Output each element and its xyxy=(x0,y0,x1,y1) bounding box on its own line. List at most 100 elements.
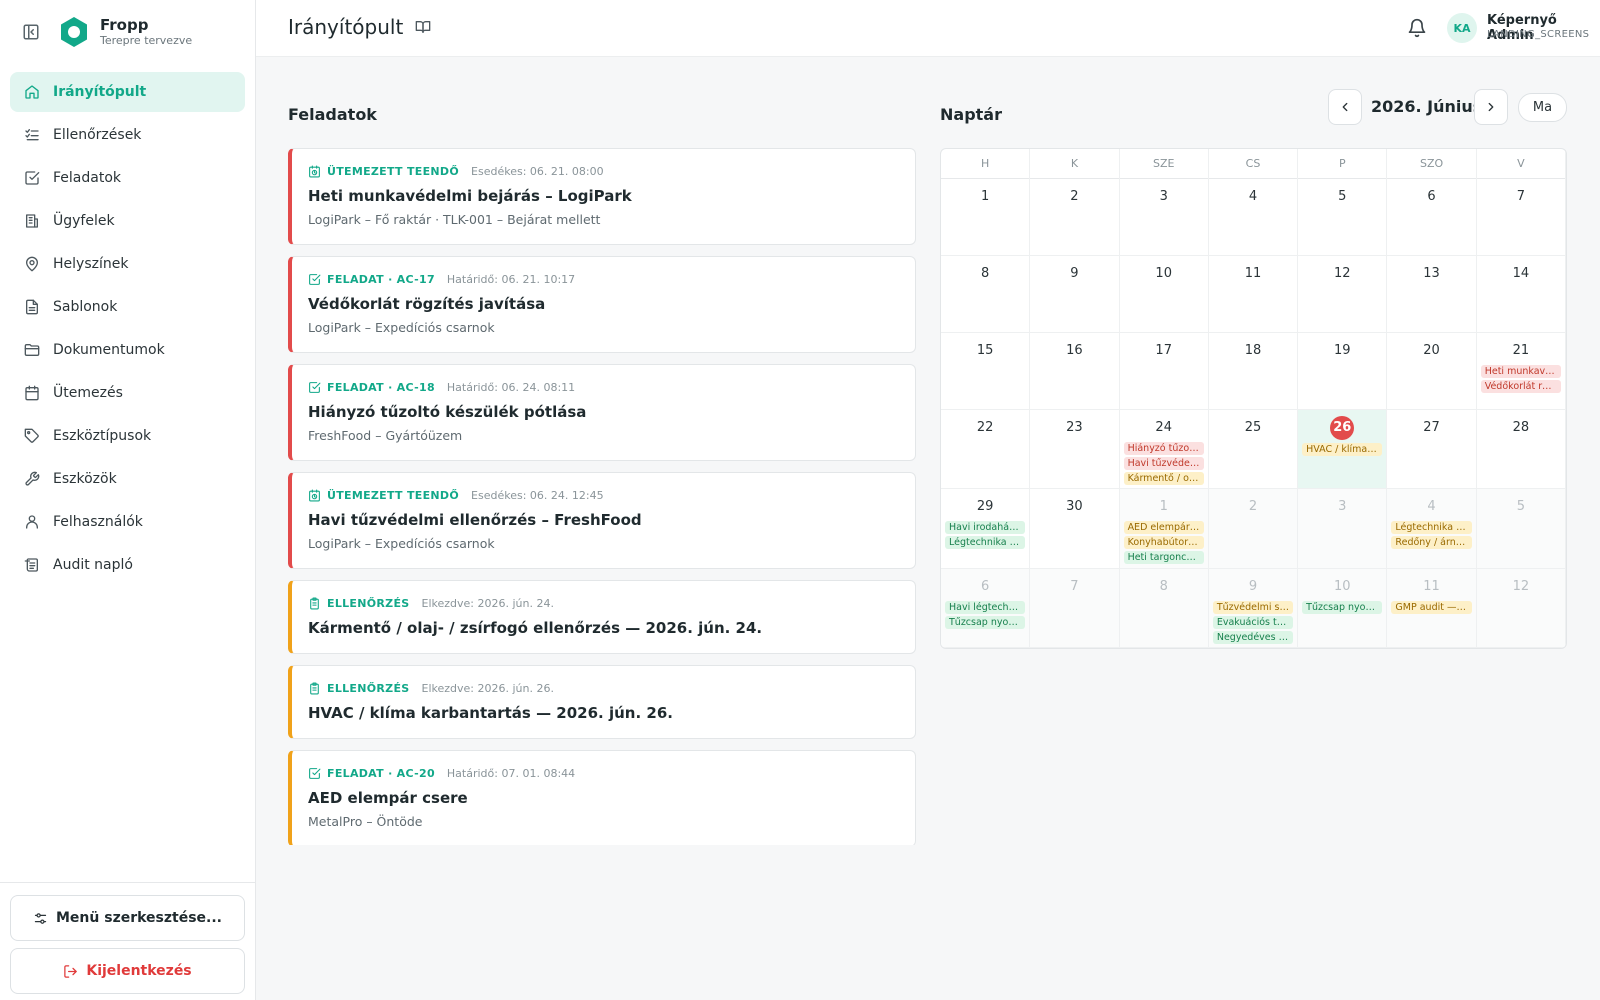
task-card[interactable]: ELLENŐRZÉS Elkezdve: 2026. jún. 26. HVAC /… xyxy=(288,665,916,739)
calendar-day[interactable]: 4 Légtechnika sz... Redőny / árnyé... xyxy=(1387,489,1477,569)
calendar-day[interactable]: 5 xyxy=(1476,489,1566,569)
book-icon[interactable] xyxy=(415,19,431,35)
sidebar-item-3[interactable]: Ügyfelek xyxy=(10,201,245,241)
task-card[interactable]: ÜTEMEZETT TEENDŐ Esedékes: 06. 21. 08:00 H… xyxy=(288,148,916,245)
calendar-event[interactable]: Tűzcsap nyom... xyxy=(1302,601,1383,614)
calendar-day[interactable]: 14 xyxy=(1476,256,1566,333)
bell-icon[interactable] xyxy=(1407,18,1427,38)
prev-month-button[interactable] xyxy=(1328,89,1362,125)
calendar-day[interactable]: 6 xyxy=(1387,179,1477,256)
sidebar-item-9[interactable]: Eszközök xyxy=(10,459,245,499)
calendar-day[interactable]: 10 Tűzcsap nyom... xyxy=(1298,569,1388,648)
calendar-day[interactable]: 24 Hiányzó tűzolt... Havi tűzvédel... Kárme… xyxy=(1119,410,1209,489)
day-number: 6 xyxy=(981,579,990,594)
sidebar-item-11[interactable]: Audit napló xyxy=(10,545,245,585)
calendar-day[interactable]: 29 Havi irodaház ... Légtechnika sz... xyxy=(941,489,1031,569)
topbar: Irányítópult KA Képernyő Admin LANDING_S… xyxy=(256,0,1600,57)
calendar-day[interactable]: 17 xyxy=(1119,333,1209,410)
calendar-day[interactable]: 9 Tűzvédelmi sze... Evakuációs ter... Negye… xyxy=(1208,569,1299,648)
calendar-day[interactable]: 22 xyxy=(941,410,1031,489)
calendar-day[interactable]: 6 Havi légtechni... Tűzcsap nyom... xyxy=(941,569,1031,648)
sidebar-item-7[interactable]: Ütemezés xyxy=(10,373,245,413)
calendar-event[interactable]: Tűzcsap nyom... xyxy=(945,616,1026,629)
task-card[interactable]: FELADAT · AC-18 Határidő: 06. 24. 08:11 Hi… xyxy=(288,364,916,461)
sidebar-item-label: Dokumentumok xyxy=(53,342,165,358)
day-number: 27 xyxy=(1423,420,1440,435)
calendar-day[interactable]: 11 xyxy=(1208,256,1299,333)
task-card[interactable]: ÜTEMEZETT TEENDŐ Esedékes: 06. 24. 12:45 H… xyxy=(288,472,916,569)
calendar-day[interactable]: 20 xyxy=(1387,333,1477,410)
calendar-day[interactable]: 8 xyxy=(941,256,1031,333)
calendar-day[interactable]: 16 xyxy=(1030,333,1120,410)
calendar-day[interactable]: 4 xyxy=(1208,179,1299,256)
next-month-button[interactable] xyxy=(1474,89,1508,125)
calendar-event[interactable]: Havi irodaház ... xyxy=(945,521,1026,534)
calendar-day[interactable]: 28 xyxy=(1476,410,1566,489)
calendar-day[interactable]: 9 xyxy=(1030,256,1120,333)
calendar-event[interactable]: GMP audit — 2... xyxy=(1391,601,1472,614)
calendar-event[interactable]: Légtechnika sz... xyxy=(1391,521,1472,534)
calendar-day[interactable]: 2 xyxy=(1208,489,1299,569)
calendar-event[interactable]: Tűzvédelmi sze... xyxy=(1212,601,1294,614)
sidebar-item-4[interactable]: Helyszínek xyxy=(10,244,245,284)
edit-menu-button[interactable]: Menü szerkesztése... xyxy=(10,895,245,941)
calendar-event[interactable]: Kármentő / ola... xyxy=(1123,472,1204,485)
task-card[interactable]: FELADAT · AC-20 Határidő: 07. 01. 08:44 AE… xyxy=(288,750,916,845)
chevron-right-icon xyxy=(1488,102,1494,112)
task-card[interactable]: FELADAT · AC-17 Határidő: 06. 21. 10:17 Vé… xyxy=(288,256,916,353)
calendar-day[interactable]: 27 xyxy=(1387,410,1477,489)
calendar-event[interactable]: Havi tűzvédel... xyxy=(1123,457,1204,470)
sidebar-item-6[interactable]: Dokumentumok xyxy=(10,330,245,370)
sidebar-item-5[interactable]: Sablonok xyxy=(10,287,245,327)
calendar-day[interactable]: 5 xyxy=(1298,179,1388,256)
calendar-event[interactable]: Negyedéves EP... xyxy=(1212,631,1294,644)
calendar-day[interactable]: 13 xyxy=(1387,256,1477,333)
calendar-day[interactable]: 10 xyxy=(1119,256,1209,333)
calendar-day[interactable]: 25 xyxy=(1208,410,1299,489)
calendar-event[interactable]: Konyhabútor / ... xyxy=(1123,536,1204,549)
calendar-event[interactable]: Havi légtechni... xyxy=(945,601,1026,614)
calendar-event[interactable]: HVAC / klíma k... xyxy=(1302,443,1383,456)
calendar-event[interactable]: Evakuációs ter... xyxy=(1212,616,1294,629)
sidebar-item-0[interactable]: Irányítópult xyxy=(10,72,245,112)
calendar-event[interactable]: AED elempár c... xyxy=(1123,521,1204,534)
calendar-day[interactable]: 18 xyxy=(1208,333,1299,410)
calendar-event[interactable]: Heti targonca ... xyxy=(1123,551,1204,564)
folder-icon xyxy=(24,344,40,356)
sidebar-item-1[interactable]: Ellenőrzések xyxy=(10,115,245,155)
task-title: Havi tűzvédelmi ellenőrzés – FreshFood xyxy=(308,511,642,529)
calendar-event[interactable]: Heti munkavé... xyxy=(1480,365,1561,378)
day-number: 26 xyxy=(1330,416,1355,440)
calendar-day[interactable]: 1 AED elempár c... Konyhabútor / ... Heti t… xyxy=(1119,489,1209,569)
calendar-event[interactable]: Hiányzó tűzolt... xyxy=(1123,442,1204,455)
calendar-day[interactable]: 7 xyxy=(1476,179,1566,256)
today-button[interactable]: Ma xyxy=(1518,93,1567,122)
calendar-day[interactable]: 21 Heti munkavé... Védőkorlát rög... xyxy=(1476,333,1566,410)
calendar-event[interactable]: Védőkorlát rög... xyxy=(1480,380,1561,393)
calendar-day[interactable]: 3 xyxy=(1119,179,1209,256)
map-pin-icon xyxy=(26,256,38,272)
calendar-day[interactable]: 7 xyxy=(1030,569,1120,648)
task-card[interactable]: ELLENŐRZÉS Elkezdve: 2026. jún. 24. Kármen… xyxy=(288,580,916,654)
calendar-day[interactable]: 2 xyxy=(1030,179,1120,256)
calendar-event[interactable]: Légtechnika sz... xyxy=(945,536,1026,549)
sidebar-item-10[interactable]: Felhasználók xyxy=(10,502,245,542)
calendar-day[interactable]: 26 HVAC / klíma k... xyxy=(1298,410,1388,489)
calendar-day[interactable]: 30 xyxy=(1030,489,1120,569)
sidebar-collapse-icon[interactable] xyxy=(20,21,42,43)
calendar-day[interactable]: 15 xyxy=(941,333,1031,410)
calendar-day[interactable]: 12 xyxy=(1476,569,1566,648)
sidebar-item-8[interactable]: Eszköztípusok xyxy=(10,416,245,456)
calendar-day[interactable]: 12 xyxy=(1298,256,1388,333)
calendar-day[interactable]: 3 xyxy=(1298,489,1388,569)
sidebar-item-2[interactable]: Feladatok xyxy=(10,158,245,198)
calendar-day[interactable]: 11 GMP audit — 2... xyxy=(1387,569,1477,648)
task-location: LogiPark – Expedíciós csarnok xyxy=(308,536,495,551)
calendar-day[interactable]: 1 xyxy=(941,179,1031,256)
calendar-day[interactable]: 23 xyxy=(1030,410,1120,489)
calendar-event[interactable]: Redőny / árnyé... xyxy=(1391,536,1472,549)
logout-button[interactable]: Kijelentkezés xyxy=(10,948,245,994)
calendar-day[interactable]: 19 xyxy=(1298,333,1388,410)
calendar-day[interactable]: 8 xyxy=(1119,569,1209,648)
avatar[interactable]: KA xyxy=(1447,13,1477,43)
